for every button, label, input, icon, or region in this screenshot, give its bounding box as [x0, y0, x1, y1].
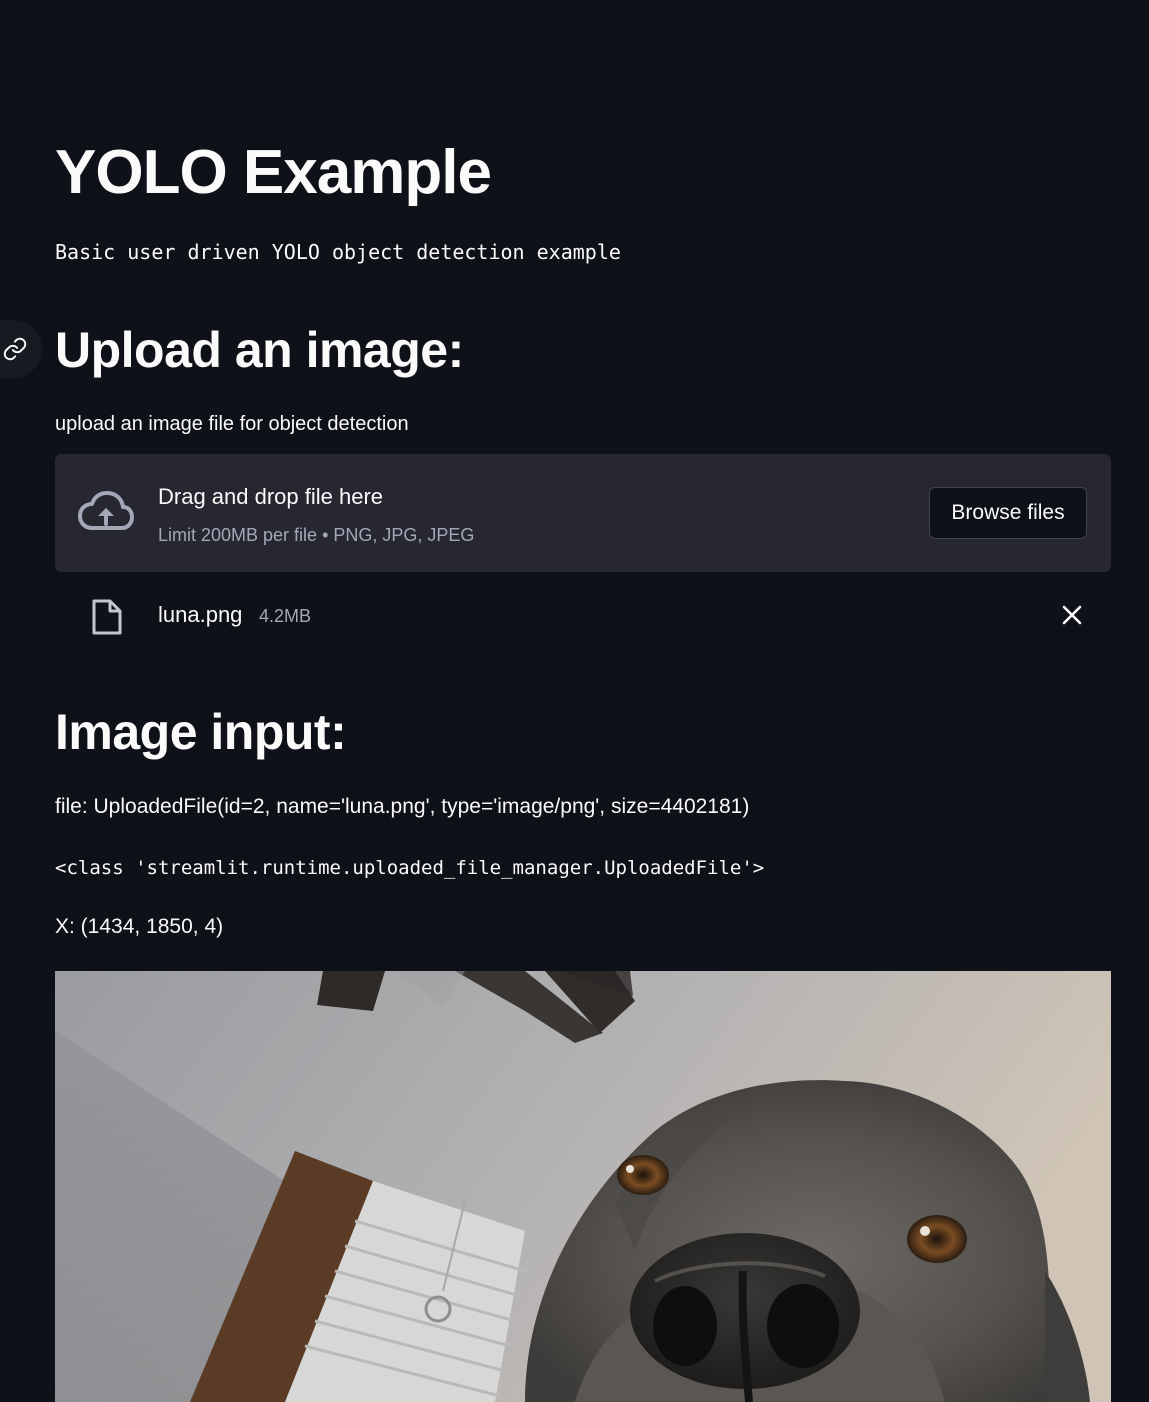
heading-anchor-link[interactable]: [0, 320, 42, 378]
cloud-upload-icon: [78, 490, 134, 539]
uploaded-file-row: luna.png 4.2MB: [55, 588, 1111, 644]
image-input-heading: Image input:: [55, 704, 347, 760]
file-icon: [91, 598, 123, 641]
uploaded-file-size: 4.2MB: [259, 606, 312, 626]
upload-heading: Upload an image:: [55, 322, 464, 378]
link-icon: [3, 337, 27, 361]
page-subtitle: Basic user driven YOLO object detection …: [55, 240, 621, 264]
uploaded-file-name: luna.png: [158, 602, 243, 627]
dropzone-title: Drag and drop file here: [158, 484, 384, 509]
shape-repr-text: X: (1434, 1850, 4): [55, 915, 224, 938]
file-dropzone[interactable]: Drag and drop file here Limit 200MB per …: [55, 454, 1111, 572]
app-page: YOLO Example Basic user driven YOLO obje…: [0, 0, 1149, 1402]
remove-file-button[interactable]: [1055, 598, 1089, 632]
page-title: YOLO Example: [55, 138, 492, 207]
dropzone-limit: Limit 200MB per file • PNG, JPG, JPEG: [158, 525, 475, 545]
browse-files-button[interactable]: Browse files: [929, 487, 1087, 539]
uploader-label: upload an image file for object detectio…: [55, 413, 409, 435]
class-repr-code: <class 'streamlit.runtime.uploaded_file_…: [55, 857, 765, 879]
close-icon: [1062, 605, 1082, 625]
uploaded-image: [55, 971, 1111, 1402]
file-repr-text: file: UploadedFile(id=2, name='luna.png'…: [55, 795, 750, 818]
